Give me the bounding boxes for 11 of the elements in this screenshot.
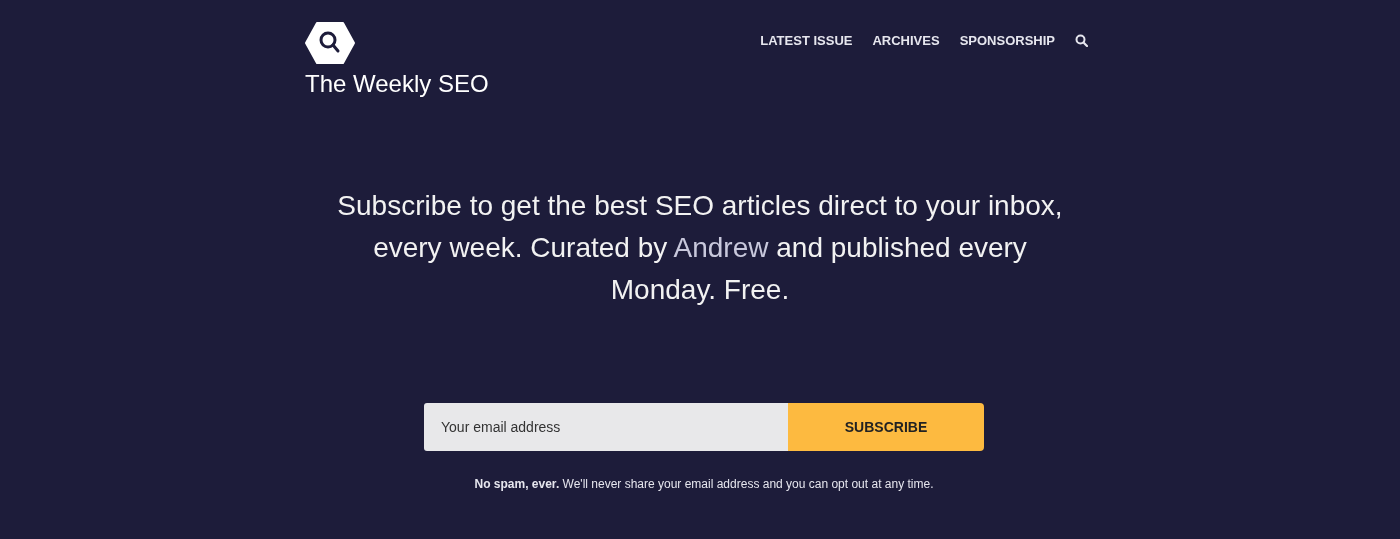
search-icon[interactable] <box>1075 34 1088 47</box>
logo-icon <box>305 22 355 64</box>
nav-link[interactable]: LATEST ISSUE <box>760 33 853 48</box>
site-title: The Weekly SEO <box>305 70 489 98</box>
nav-link[interactable]: ARCHIVES <box>872 33 940 48</box>
email-field[interactable]: Your email address <box>424 403 788 451</box>
privacy-note: No spam, ever. We'll never share your email address and you can opt out at any time. <box>473 477 935 491</box>
headline: Subscribe to get the best SEO articles direct to your inbox, every week. Curated by Andrew and published every Monday. Free. <box>336 189 1064 307</box>
subscribe-button[interactable]: SUBSCRIBE <box>788 403 984 451</box>
nav-link[interactable]: SPONSORSHIP <box>959 33 1055 48</box>
author-link[interactable]: Andrew <box>673 232 769 263</box>
